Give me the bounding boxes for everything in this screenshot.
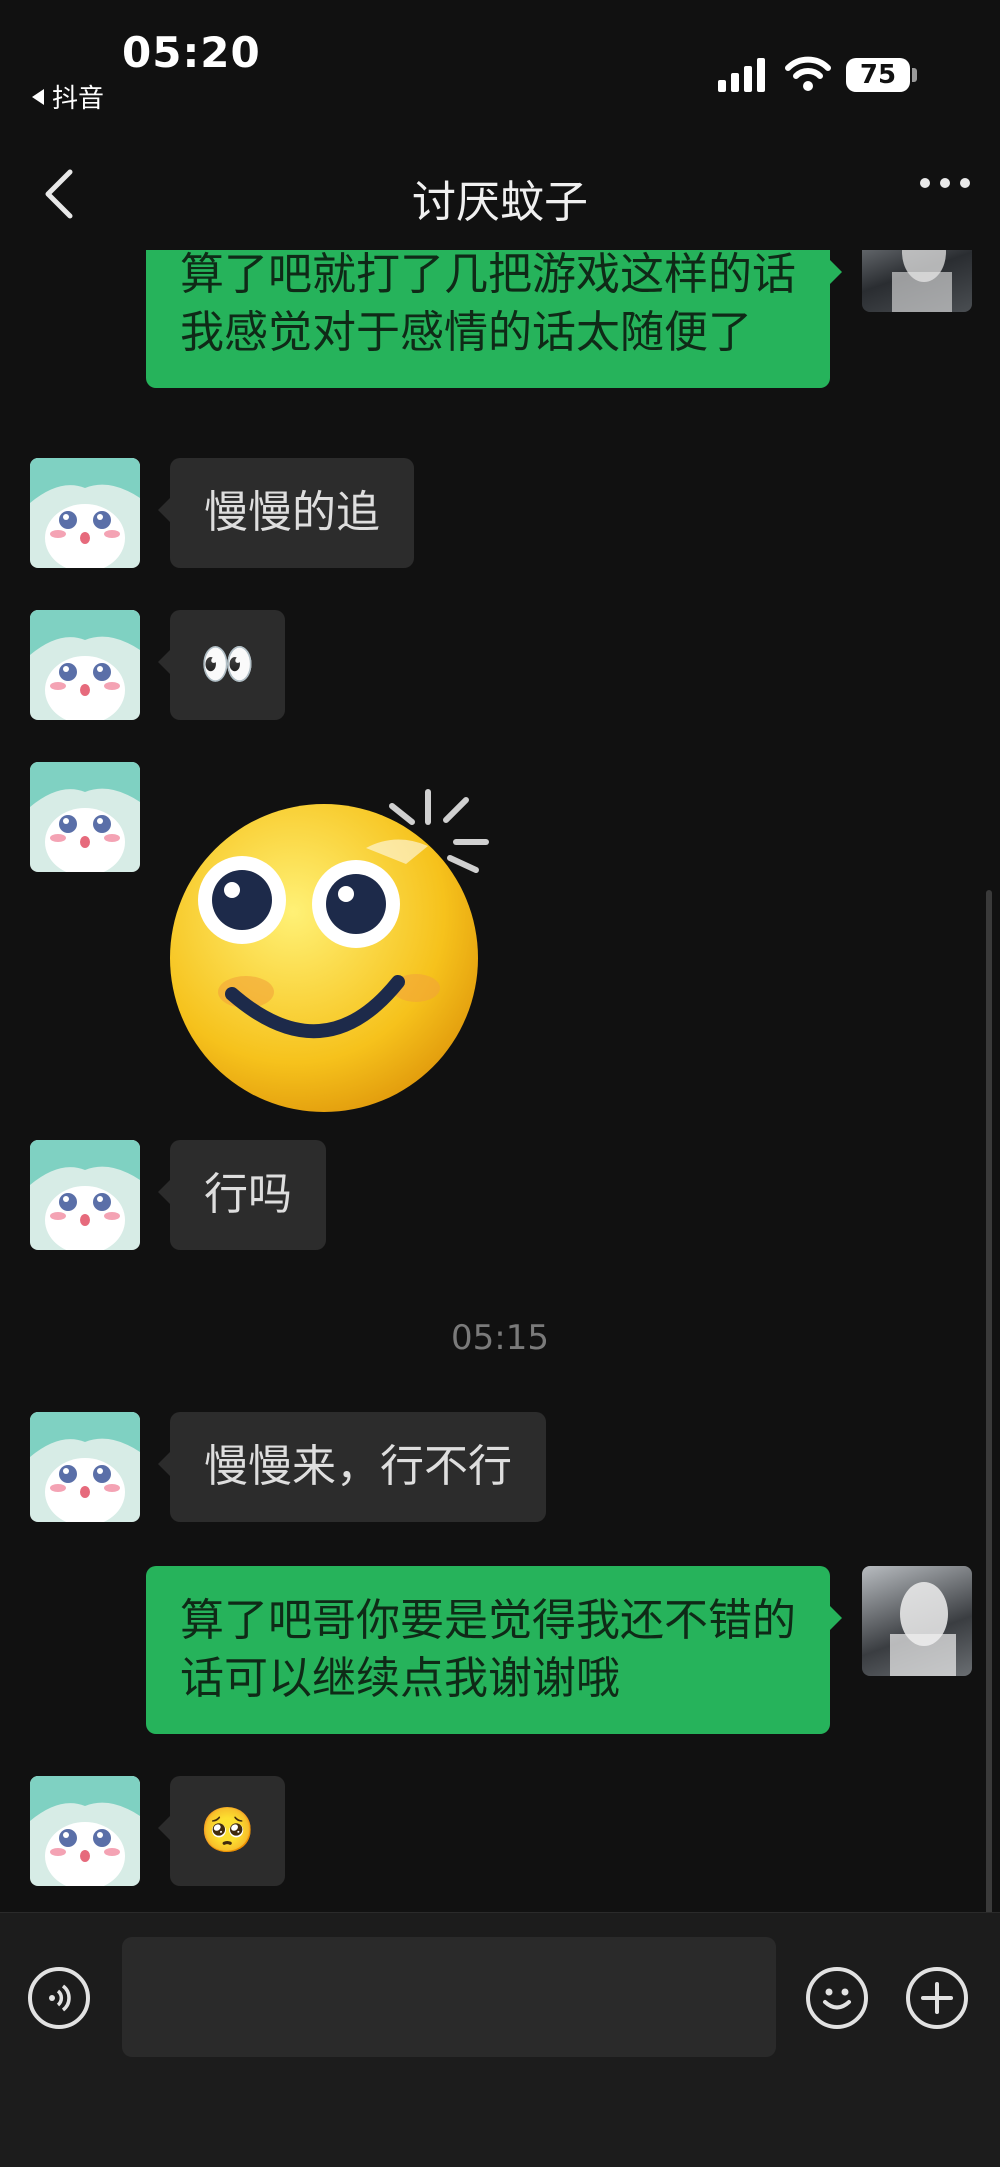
battery-indicator: 75	[846, 58, 910, 92]
plus-icon[interactable]	[906, 1967, 968, 2029]
wifi-icon	[785, 56, 831, 91]
battery-tip	[912, 68, 917, 82]
message-text: 慢慢的追	[204, 487, 380, 538]
status-time: 05:20	[122, 28, 261, 77]
back-to-app-link[interactable]: 抖音	[32, 78, 104, 115]
message-text: 慢慢来，行不行	[204, 1441, 512, 1492]
message-bubble-outgoing[interactable]: 算了吧哥你要是觉得我还不错的话可以继续点我谢谢哦	[146, 1566, 842, 1734]
message-text: 算了吧就打了几把游戏这样的话我感觉对于感情的话太随便了	[180, 250, 796, 358]
message-list[interactable]: 算了吧就打了几把游戏这样的话我感觉对于感情的话太随便了 慢慢的追 👀 行吗 05…	[0, 250, 1000, 1912]
message-bubble-incoming[interactable]: 🥺	[158, 1776, 285, 1886]
chat-title: 讨厌蚊子	[412, 177, 588, 228]
message-bubble-incoming[interactable]: 慢慢来，行不行	[158, 1412, 546, 1522]
avatar-self[interactable]	[862, 1566, 972, 1676]
message-text: 算了吧哥你要是觉得我还不错的话可以继续点我谢谢哦	[180, 1595, 796, 1704]
back-app-label: 抖音	[52, 84, 105, 114]
message-text: 行吗	[204, 1169, 292, 1220]
avatar-contact[interactable]	[30, 610, 140, 720]
status-bar: 05:20 抖音 75	[0, 0, 1000, 130]
avatar-contact[interactable]	[30, 762, 140, 872]
message-bubble-incoming[interactable]: 行吗	[158, 1140, 326, 1250]
scrollbar[interactable]	[986, 890, 992, 1912]
chat-header: 讨厌蚊子	[0, 130, 1000, 250]
message-bubble-incoming[interactable]: 慢慢的追	[158, 458, 414, 568]
message-bubble-outgoing[interactable]: 算了吧就打了几把游戏这样的话我感觉对于感情的话太随便了	[146, 250, 842, 388]
pleading-face-emoji-icon: 🥺	[200, 1805, 255, 1856]
message-input[interactable]	[122, 1937, 776, 2057]
avatar-contact[interactable]	[30, 1412, 140, 1522]
cellular-signal-icon	[718, 58, 765, 92]
more-dots-icon[interactable]	[920, 178, 970, 188]
input-bar	[0, 1912, 1000, 2167]
voice-icon[interactable]	[28, 1967, 90, 2029]
avatar-contact[interactable]	[30, 458, 140, 568]
avatar-contact[interactable]	[30, 1140, 140, 1250]
back-triangle-icon	[32, 88, 44, 105]
emoji-icon[interactable]	[806, 1967, 868, 2029]
smiley-face-sticker[interactable]	[166, 762, 506, 1112]
avatar-contact[interactable]	[30, 1776, 140, 1886]
message-bubble-incoming[interactable]: 👀	[158, 610, 285, 720]
eyes-emoji-icon: 👀	[200, 639, 255, 690]
message-timestamp: 05:15	[451, 1318, 549, 1358]
avatar-self[interactable]	[862, 250, 972, 312]
